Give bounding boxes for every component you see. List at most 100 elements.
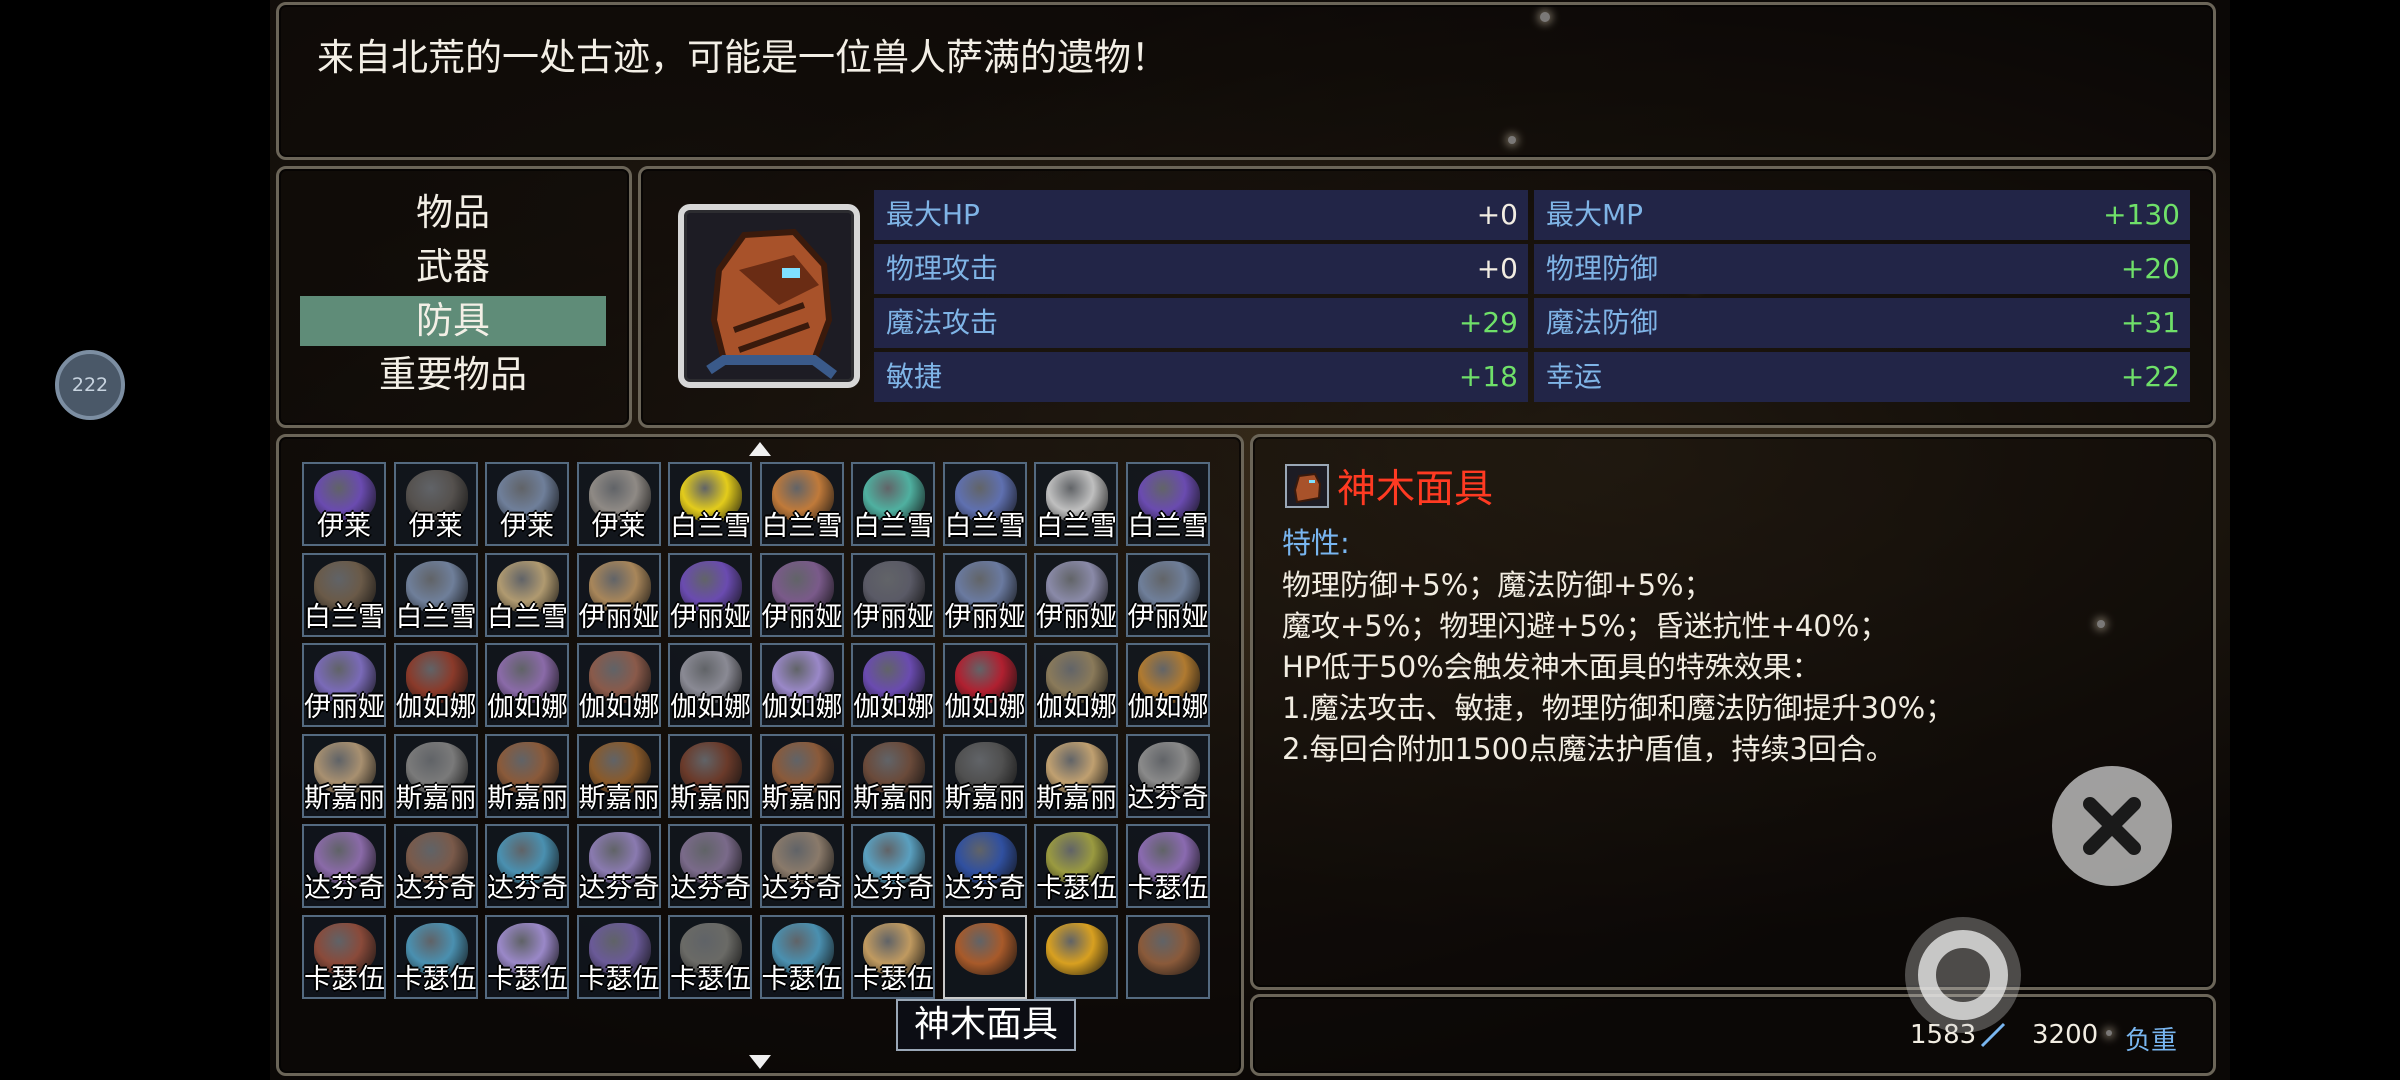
inventory-slot[interactable]: 卡瑟伍德: [1125, 824, 1210, 908]
inventory-slot[interactable]: 达芬奇: [942, 824, 1027, 908]
inventory-slot[interactable]: 伊莱: [576, 462, 661, 546]
inventory-slot[interactable]: 伽如娜: [942, 643, 1027, 727]
category-item[interactable]: 防具: [300, 296, 606, 346]
inventory-slot[interactable]: 斯嘉丽: [942, 733, 1027, 818]
slot-owner-label: 白兰雪: [1036, 511, 1117, 542]
inventory-slot[interactable]: 卡瑟伍德: [393, 914, 478, 999]
inventory-slot[interactable]: 卡瑟伍德: [851, 914, 935, 999]
stat-name: 最大HP: [886, 198, 980, 231]
inventory-slot[interactable]: 斯嘉丽: [576, 733, 661, 818]
slot-owner-label: 伊丽娅: [578, 601, 660, 633]
trait-label: 特性:: [1282, 526, 1350, 560]
stat-name: 物理攻击: [886, 252, 999, 285]
inventory-slot[interactable]: 卡瑟伍德: [485, 914, 569, 999]
category-item[interactable]: 物品: [300, 188, 606, 238]
slot-owner-label: 斯嘉丽: [670, 782, 751, 814]
slot-owner-label: 斯嘉丽: [761, 782, 843, 814]
inventory-slot[interactable]: 斯嘉丽: [851, 733, 935, 818]
slot-owner-label: 伊莱: [591, 511, 646, 542]
inventory-slot[interactable]: 白兰雪: [1034, 462, 1118, 546]
inventory-slot[interactable]: [1034, 914, 1118, 999]
slot-owner-label: 斯嘉丽: [395, 782, 477, 814]
stat-name: 敏捷: [886, 360, 943, 393]
slot-owner-label: 伽如娜: [1036, 692, 1117, 723]
slot-owner-label: 伽如娜: [944, 692, 1026, 723]
category-item[interactable]: 武器: [300, 242, 606, 292]
inventory-slot[interactable]: [942, 914, 1027, 999]
inventory-slot[interactable]: 卡瑟伍德: [759, 914, 844, 999]
wooden-mask-icon: [706, 228, 837, 379]
inventory-slot[interactable]: 白兰雪: [302, 552, 386, 637]
inventory-slot[interactable]: 卡瑟伍德: [576, 914, 661, 999]
inventory-slot[interactable]: 伽如娜: [759, 643, 844, 727]
inventory-slot[interactable]: 伽如娜: [393, 643, 478, 727]
inventory-slot[interactable]: 伊丽娅: [759, 552, 844, 637]
slot-owner-label: 达芬奇: [853, 873, 934, 904]
inventory-slot[interactable]: 白兰雪: [1125, 462, 1210, 546]
description-panel: 来自北荒的一处古迹，可能是一位兽人萨满的遗物！: [276, 2, 2216, 160]
inventory-slot[interactable]: 伊丽娅: [1125, 552, 1210, 637]
wooden-mask-icon: [1293, 472, 1322, 504]
slot-owner-label: 伽如娜: [670, 692, 751, 723]
inventory-slot[interactable]: 达芬奇: [393, 824, 478, 908]
inventory-slot[interactable]: 伊莱: [485, 462, 569, 546]
inventory-slot[interactable]: 斯嘉丽: [759, 733, 844, 818]
slot-owner-label: 伊丽娅: [1036, 601, 1117, 633]
inventory-slot[interactable]: 卡瑟伍德: [668, 914, 752, 999]
inventory-slot[interactable]: 伊丽娅: [942, 552, 1027, 637]
slot-owner-label: 伽如娜: [578, 692, 660, 723]
inventory-slot[interactable]: 斯嘉丽: [485, 733, 569, 818]
inventory-slot[interactable]: 斯嘉丽: [668, 733, 752, 818]
slot-owner-label: 伊丽娅: [853, 601, 934, 633]
inventory-slot[interactable]: 伊莱: [393, 462, 478, 546]
inventory-slot[interactable]: 白兰雪: [485, 552, 569, 637]
inventory-slot[interactable]: 达芬奇: [302, 824, 386, 908]
inventory-slot[interactable]: 达芬奇: [1125, 733, 1210, 818]
slot-owner-label: 达芬奇: [944, 873, 1026, 904]
inventory-slot[interactable]: [1125, 914, 1210, 999]
inventory-slot[interactable]: 达芬奇: [485, 824, 569, 908]
inventory-slot[interactable]: 白兰雪: [668, 462, 752, 546]
inventory-slot[interactable]: 伽如娜: [851, 643, 935, 727]
stat-name: 魔法防御: [1546, 306, 1659, 339]
slot-owner-label: 达芬奇: [1127, 782, 1209, 814]
inventory-slot[interactable]: 达芬奇: [576, 824, 661, 908]
inventory-slot[interactable]: 卡瑟伍德: [1034, 824, 1118, 908]
inventory-slot[interactable]: 伊莱: [302, 462, 386, 546]
action-button[interactable]: [1903, 915, 2063, 1055]
inventory-slot[interactable]: 卡瑟伍德: [302, 914, 386, 999]
inventory-slot[interactable]: 达芬奇: [668, 824, 752, 908]
stat-value: +0: [1476, 198, 1518, 231]
inventory-slot[interactable]: 斯嘉丽: [302, 733, 386, 818]
inventory-slot[interactable]: 伽如娜: [576, 643, 661, 727]
inventory-slot[interactable]: 伊丽娅: [302, 643, 386, 727]
item-portrait: [678, 204, 860, 388]
close-button[interactable]: [2052, 766, 2172, 886]
inventory-slot[interactable]: 伊丽娅: [851, 552, 935, 637]
inventory-slot[interactable]: 白兰雪: [942, 462, 1027, 546]
inventory-slot[interactable]: 斯嘉丽: [1034, 733, 1118, 818]
slot-owner-label: 伊莱: [408, 511, 463, 542]
inventory-slot[interactable]: 白兰雪: [851, 462, 935, 546]
fps-badge[interactable]: 222: [55, 350, 125, 420]
inventory-slot[interactable]: 伊丽娅: [576, 552, 661, 637]
scroll-down-arrow-icon[interactable]: [749, 1055, 771, 1069]
category-item[interactable]: 重要物品: [300, 350, 606, 400]
item-name-tooltip: 神木面具: [896, 999, 1076, 1051]
inventory-slot[interactable]: 伊丽娅: [668, 552, 752, 637]
stat-row: 物理攻击 +0: [874, 244, 1528, 294]
stat-row: 物理防御 +20: [1534, 244, 2190, 294]
inventory-slot[interactable]: 达芬奇: [851, 824, 935, 908]
inventory-slot[interactable]: 斯嘉丽: [393, 733, 478, 818]
inventory-slot[interactable]: 白兰雪: [759, 462, 844, 546]
inventory-slot[interactable]: 伽如娜: [1125, 643, 1210, 727]
inventory-slot[interactable]: 伽如娜: [1034, 643, 1118, 727]
inventory-slot[interactable]: 达芬奇: [759, 824, 844, 908]
scroll-up-arrow-icon[interactable]: [749, 442, 771, 456]
inventory-slot[interactable]: 伽如娜: [668, 643, 752, 727]
inventory-slot[interactable]: 伊丽娅: [1034, 552, 1118, 637]
stat-name: 最大MP: [1546, 198, 1644, 231]
inventory-slot[interactable]: 伽如娜: [485, 643, 569, 727]
inventory-slot[interactable]: 白兰雪: [393, 552, 478, 637]
slot-owner-label: 白兰雪: [761, 511, 843, 542]
